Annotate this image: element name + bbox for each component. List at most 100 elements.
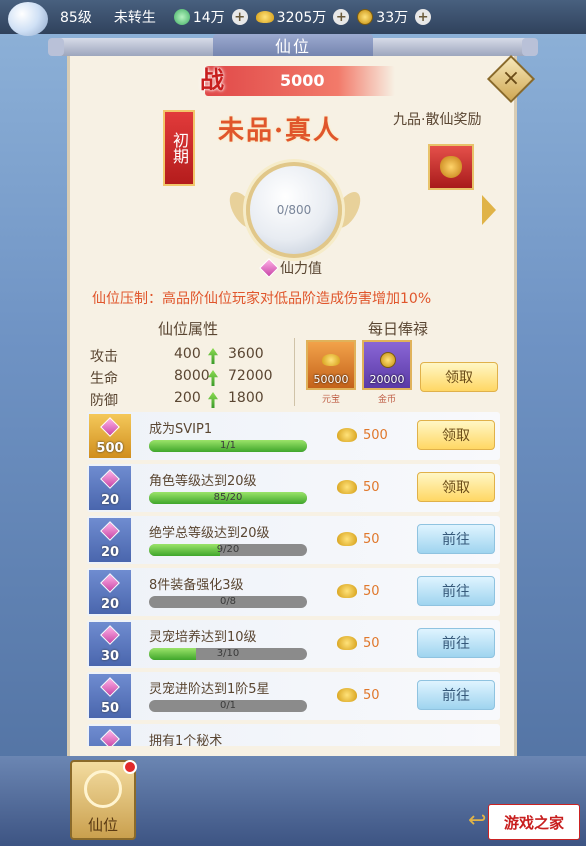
task-title: 角色等级达到20级 bbox=[149, 474, 257, 489]
power-gem-icon bbox=[100, 625, 120, 645]
back-arrow-icon[interactable]: ↩ bbox=[468, 808, 486, 833]
daily-salary-header: 每日俸禄 bbox=[368, 320, 429, 338]
gold-ingot-icon bbox=[337, 688, 357, 702]
task-progress-text: 3/10 bbox=[216, 648, 240, 659]
badge-value: 20 bbox=[100, 545, 120, 560]
go-button[interactable]: 前往 bbox=[417, 576, 495, 606]
jade-currency: 14万 + bbox=[173, 7, 248, 27]
orb-progress-text: 0/800 bbox=[276, 203, 312, 217]
reward-bag-item[interactable] bbox=[428, 144, 474, 190]
attr-current: 400 bbox=[174, 346, 201, 362]
next-rank-reward-label: 九品·散仙奖励 bbox=[393, 112, 482, 128]
money-bag-icon bbox=[440, 156, 462, 178]
gold-ingot-icon bbox=[337, 428, 357, 442]
add-gold-button[interactable]: + bbox=[333, 9, 350, 25]
claim-button[interactable]: 领取 bbox=[417, 420, 495, 450]
task-row: 拥有1个秘术 bbox=[87, 724, 500, 746]
task-progress-bar: 3/10 bbox=[149, 648, 307, 660]
attr-next: 72000 bbox=[228, 368, 273, 384]
rank-title: 未品·真人 bbox=[218, 116, 342, 146]
task-row: 20 角色等级达到20级 85/20 50 领取 bbox=[87, 464, 500, 512]
moon-emblem-icon bbox=[8, 2, 48, 36]
power-gem-icon bbox=[100, 729, 120, 746]
stage-tag: 初期 bbox=[163, 110, 195, 186]
xianwei-tab-label: 仙位 bbox=[87, 816, 118, 834]
go-button[interactable]: 前往 bbox=[417, 680, 495, 710]
task-reward-badge: 20 bbox=[89, 570, 131, 614]
rod-end-right bbox=[522, 38, 538, 56]
claim-daily-button[interactable]: 领取 bbox=[420, 362, 498, 392]
attr-row-attack: 攻击 400 3600 bbox=[90, 346, 290, 366]
power-gem-icon bbox=[100, 417, 120, 437]
attr-name: 防御 bbox=[90, 393, 118, 409]
task-reward-badge: 20 bbox=[89, 518, 131, 562]
xianwei-emblem-icon bbox=[84, 770, 122, 808]
player-level: 85级 bbox=[60, 10, 92, 26]
task-progress-bar: 9/20 bbox=[149, 544, 307, 556]
power-gem-icon bbox=[100, 469, 120, 489]
close-icon: × bbox=[501, 66, 521, 91]
item-amount: 20000 bbox=[369, 373, 405, 386]
task-list[interactable]: 500 成为SVIP1 1/1 500 领取 20 角色等级达到20级 85/2… bbox=[87, 412, 500, 746]
suppress-description: 仙位压制：高品阶仙位玩家对低品阶造成伤害增加10% bbox=[92, 291, 432, 307]
task-title: 灵宠培养达到10级 bbox=[149, 630, 257, 645]
task-reward-amount: 50 bbox=[363, 480, 380, 495]
top-status-bar: 85级 未转生 14万 + 3205万 + 33万 + bbox=[0, 0, 586, 36]
gold-ingot-icon bbox=[337, 480, 357, 494]
increase-arrow-icon bbox=[208, 348, 218, 364]
claim-button[interactable]: 领取 bbox=[417, 472, 495, 502]
task-row: 20 绝学总等级达到20级 9/20 50 前往 bbox=[87, 516, 500, 564]
daily-item-coin[interactable]: 20000 金币 bbox=[362, 340, 412, 405]
task-row: 500 成为SVIP1 1/1 500 领取 bbox=[87, 412, 500, 460]
daily-item-ingot[interactable]: 50000 元宝 bbox=[306, 340, 356, 405]
task-row: 50 灵宠进阶达到1阶5星 0/1 50 前往 bbox=[87, 672, 500, 720]
badge-value: 30 bbox=[100, 649, 120, 664]
increase-arrow-icon bbox=[208, 392, 218, 408]
site-logo: 游戏之家 bbox=[488, 804, 580, 840]
power-gem-icon bbox=[259, 258, 279, 278]
task-progress-bar: 0/8 bbox=[149, 596, 307, 608]
task-reward-amount: 500 bbox=[363, 428, 388, 443]
task-row: 20 8件装备强化3级 0/8 50 前往 bbox=[87, 568, 500, 616]
badge-value: 20 bbox=[100, 493, 120, 508]
item-label: 元宝 bbox=[321, 395, 340, 405]
coin-amount: 33万 bbox=[376, 10, 409, 26]
task-title: 拥有1个秘术 bbox=[149, 734, 223, 746]
power-label-text: 仙力值 bbox=[280, 261, 322, 277]
attributes-header: 仙位属性 bbox=[158, 320, 219, 338]
go-button[interactable]: 前往 bbox=[417, 628, 495, 658]
task-reward-badge: 30 bbox=[89, 622, 131, 666]
notification-dot bbox=[123, 760, 137, 774]
attr-name: 攻击 bbox=[90, 349, 118, 365]
task-progress-text: 9/20 bbox=[216, 544, 240, 555]
task-progress-bar: 1/1 bbox=[149, 440, 307, 452]
section-divider bbox=[294, 338, 295, 406]
task-title: 灵宠进阶达到1阶5星 bbox=[149, 682, 270, 697]
combat-badge: 战 bbox=[200, 65, 224, 94]
task-title: 8件装备强化3级 bbox=[149, 578, 244, 593]
gold-amount: 3205万 bbox=[276, 10, 327, 26]
badge-value: 50 bbox=[100, 701, 120, 716]
gold-ingot-icon bbox=[337, 584, 357, 598]
task-progress-text: 0/1 bbox=[219, 700, 237, 711]
task-progress-text: 1/1 bbox=[219, 440, 237, 451]
task-progress-bar: 0/1 bbox=[149, 700, 307, 712]
gold-ingot-icon bbox=[255, 11, 274, 23]
power-gem-icon bbox=[100, 573, 120, 593]
attr-next: 1800 bbox=[228, 390, 264, 406]
immortal-power-label: 仙力值 bbox=[259, 258, 322, 278]
task-progress-text: 85/20 bbox=[213, 492, 243, 503]
coin-icon bbox=[357, 9, 374, 25]
rod-end-left bbox=[48, 38, 64, 56]
rebirth-status: 未转生 bbox=[113, 10, 156, 26]
add-jade-button[interactable]: + bbox=[231, 9, 248, 25]
task-reward-badge: 20 bbox=[89, 466, 131, 510]
attr-next: 3600 bbox=[228, 346, 264, 362]
go-button[interactable]: 前往 bbox=[417, 524, 495, 554]
next-rank-arrow-icon[interactable] bbox=[482, 195, 496, 225]
power-gem-icon bbox=[100, 677, 120, 697]
task-reward-amount: 50 bbox=[363, 688, 380, 703]
add-coin-button[interactable]: + bbox=[415, 9, 432, 25]
task-row: 30 灵宠培养达到10级 3/10 50 前往 bbox=[87, 620, 500, 668]
task-title: 成为SVIP1 bbox=[149, 422, 213, 437]
